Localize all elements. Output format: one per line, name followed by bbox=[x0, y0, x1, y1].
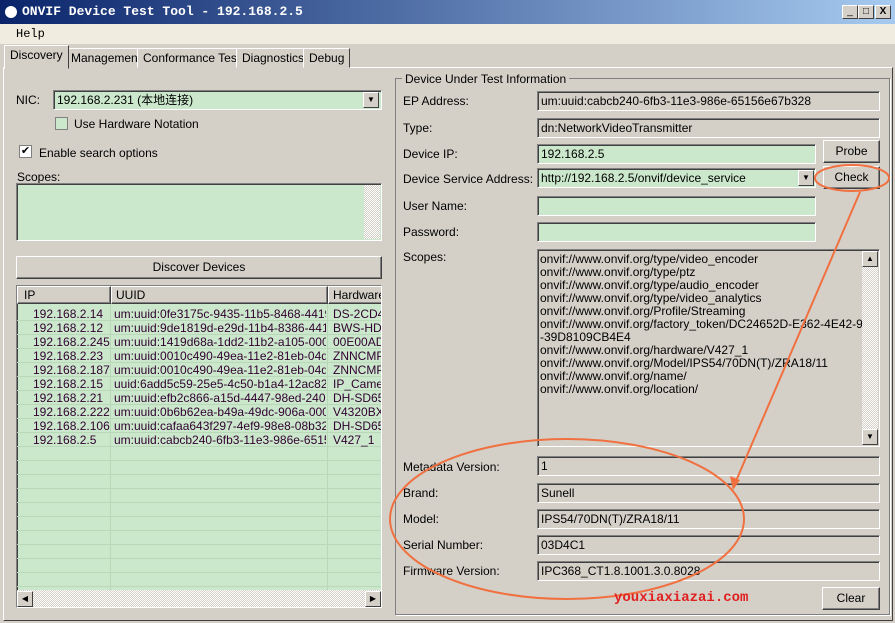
password-label: Password: bbox=[403, 225, 460, 239]
model-label: Model: bbox=[403, 512, 440, 526]
watermark: youxiaxiazai.com bbox=[614, 590, 749, 606]
firmware-label: Firmware Version: bbox=[403, 564, 500, 578]
horizontal-scrollbar[interactable] bbox=[17, 590, 381, 607]
metadata-field[interactable]: 1 bbox=[537, 456, 880, 476]
dut-scopes-box[interactable]: onvif://www.onvif.org/type/video_encoder… bbox=[537, 249, 880, 447]
device-ip-field[interactable]: 192.168.2.5 bbox=[537, 144, 816, 164]
enable-search-label: Enable search options bbox=[39, 146, 158, 160]
cell-ip: 192.168.2.15 bbox=[33, 377, 104, 391]
column-uuid[interactable]: UUID bbox=[111, 286, 328, 304]
nic-dropdown[interactable]: 192.168.2.231 (本地连接) bbox=[53, 90, 382, 110]
chevron-down-icon[interactable]: ▼ bbox=[363, 92, 379, 108]
cell-ip: 192.168.2.106 bbox=[33, 419, 110, 433]
cell-uuid: um:uuid:1419d68a-1dd2-11b2-a105-000... bbox=[114, 335, 326, 349]
cell-uuid: um:uuid:0010c490-49ea-11e2-81eb-04d4... bbox=[114, 363, 326, 377]
type-field[interactable]: dn:NetworkVideoTransmitter bbox=[537, 118, 880, 138]
cell-ip: 192.168.2.187 bbox=[33, 363, 110, 377]
cell-hardware: 00E00AD bbox=[333, 335, 381, 349]
serial-field[interactable]: 03D4C1 bbox=[537, 535, 880, 555]
cell-ip: 192.168.2.23 bbox=[33, 349, 104, 363]
cell-hardware: V4320BX bbox=[333, 405, 381, 419]
minimize-button[interactable]: _ bbox=[842, 5, 858, 19]
firmware-field[interactable]: IPC368_CT1.8.1001.3.0.8028 bbox=[537, 561, 880, 581]
cell-hardware: DH-SD65 bbox=[333, 391, 381, 405]
scope-line: onvif://www.onvif.org/location/ bbox=[540, 382, 699, 396]
scopes-input[interactable] bbox=[16, 183, 382, 241]
type-label: Type: bbox=[403, 121, 433, 135]
cell-hardware: DH-SD65 bbox=[333, 419, 381, 433]
discover-devices-button[interactable]: Discover Devices bbox=[16, 256, 382, 279]
cell-uuid: um:uuid:0fe3175c-9435-11b5-8468-4419... bbox=[114, 307, 326, 321]
cell-hardware: ZNNCMP bbox=[333, 349, 381, 363]
close-button[interactable]: X bbox=[875, 5, 891, 19]
cell-hardware: BWS-HD bbox=[333, 321, 381, 335]
dut-scopes-scrollbar[interactable] bbox=[862, 251, 878, 445]
use-hardware-checkbox[interactable] bbox=[55, 117, 68, 130]
cell-uuid: um:uuid:cabcb240-6fb3-11e3-986e-6515... bbox=[114, 433, 326, 447]
probe-button[interactable]: Probe bbox=[823, 140, 880, 163]
clear-button[interactable]: Clear bbox=[822, 587, 880, 610]
title-bar: ONVIF Device Test Tool - 192.168.2.5 bbox=[0, 0, 895, 24]
column-hardware[interactable]: Hardware bbox=[328, 286, 381, 304]
brand-label: Brand: bbox=[403, 486, 439, 500]
cell-ip: 192.168.2.21 bbox=[33, 391, 104, 405]
column-ip[interactable]: IP bbox=[17, 286, 111, 304]
device-list[interactable]: IP UUID Hardware 192.168.2.14 um:uuid:0fe… bbox=[16, 285, 382, 608]
scopes-label: Scopes: bbox=[17, 170, 61, 184]
cell-hardware: V427_1 bbox=[333, 433, 375, 447]
use-hardware-label: Use Hardware Notation bbox=[74, 117, 199, 131]
cell-uuid: um:uuid:9de1819d-e29d-11b4-8386-4419... bbox=[114, 321, 326, 335]
cell-hardware: ZNNCMP bbox=[333, 363, 381, 377]
user-name-field[interactable] bbox=[537, 196, 816, 216]
service-address-label: Device Service Address: bbox=[403, 172, 534, 186]
check-button[interactable]: Check bbox=[823, 166, 880, 189]
nic-value: 192.168.2.231 (本地连接) bbox=[57, 93, 194, 107]
scroll-right-icon[interactable]: ▶ bbox=[365, 591, 381, 607]
menu-help[interactable]: Help bbox=[16, 27, 45, 41]
scroll-up-icon[interactable]: ▲ bbox=[862, 251, 878, 267]
cell-uuid: um:uuid:cafaa643f297-4ef9-98e8-08b32... bbox=[114, 419, 326, 433]
tab-debug[interactable]: Debug bbox=[303, 48, 351, 68]
service-address-value: http://192.168.2.5/onvif/device_service bbox=[541, 171, 746, 185]
model-field[interactable]: IPS54/70DN(T)/ZRA18/11 bbox=[537, 509, 880, 529]
app-icon bbox=[3, 4, 19, 20]
nic-label: NIC: bbox=[16, 93, 40, 107]
brand-field[interactable]: Sunell bbox=[537, 483, 880, 503]
user-name-label: User Name: bbox=[403, 199, 468, 213]
cell-uuid: uuid:6add5c59-25e5-4c50-b1a4-12ac829... bbox=[114, 377, 326, 391]
window-title: ONVIF Device Test Tool - 192.168.2.5 bbox=[22, 4, 303, 19]
cell-ip: 192.168.2.222 bbox=[33, 405, 110, 419]
tab-management[interactable]: Management bbox=[65, 48, 148, 68]
device-ip-label: Device IP: bbox=[403, 147, 458, 161]
cell-uuid: um:uuid:0b6b62ea-b49a-49dc-906a-0007... bbox=[114, 405, 326, 419]
ep-address-field[interactable]: um:uuid:cabcb240-6fb3-11e3-986e-65156e67… bbox=[537, 91, 880, 111]
enable-search-checkbox[interactable]: ✔ bbox=[19, 145, 32, 158]
cell-uuid: um:uuid:efb2c866-a15d-4447-98ed-240e... bbox=[114, 391, 326, 405]
cell-ip: 192.168.2.5 bbox=[33, 433, 97, 447]
ep-label: EP Address: bbox=[403, 94, 469, 108]
cell-hardware: IP_Camer bbox=[333, 377, 381, 391]
serial-label: Serial Number: bbox=[403, 538, 484, 552]
dut-scopes-label: Scopes: bbox=[403, 250, 447, 264]
maximize-button[interactable]: □ bbox=[858, 5, 874, 19]
cell-hardware: DS-2CD4 bbox=[333, 307, 381, 321]
tab-conformance-test[interactable]: Conformance Test bbox=[137, 48, 247, 68]
list-header: IP UUID Hardware bbox=[17, 286, 381, 304]
cell-uuid: um:uuid:0010c490-49ea-11e2-81eb-04d4... bbox=[114, 349, 326, 363]
scopes-scrollbar[interactable] bbox=[364, 185, 380, 239]
menu-bar: Help bbox=[0, 24, 895, 44]
tab-diagnostics[interactable]: Diagnostics bbox=[236, 48, 311, 68]
scroll-left-icon[interactable]: ◀ bbox=[17, 591, 33, 607]
service-address-dropdown[interactable]: http://192.168.2.5/onvif/device_service bbox=[537, 168, 816, 188]
cell-ip: 192.168.2.14 bbox=[33, 307, 104, 321]
password-field[interactable] bbox=[537, 222, 816, 242]
metadata-label: Metadata Version: bbox=[403, 460, 500, 474]
cell-ip: 192.168.2.245 bbox=[33, 335, 110, 349]
cell-ip: 192.168.2.12 bbox=[33, 321, 104, 335]
dut-group-title: Device Under Test Information bbox=[402, 72, 570, 86]
tab-discovery[interactable]: Discovery bbox=[4, 45, 69, 69]
chevron-down-icon[interactable]: ▼ bbox=[798, 170, 814, 186]
scroll-down-icon[interactable]: ▼ bbox=[862, 429, 878, 445]
